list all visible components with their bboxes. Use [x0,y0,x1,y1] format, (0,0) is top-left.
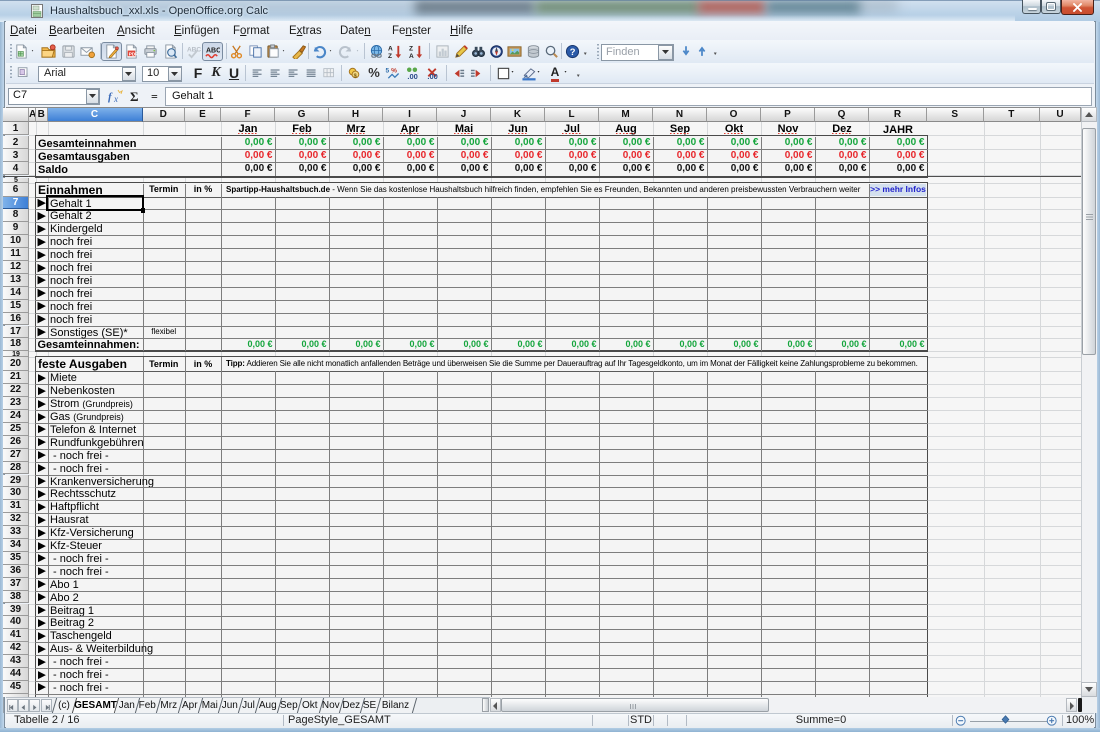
svg-text:Z: Z [409,45,413,52]
svg-text:Σ: Σ [130,89,139,104]
svg-text:.00: .00 [427,72,437,81]
svg-text:?: ? [570,46,576,56]
svg-text:ABC: ABC [187,46,201,53]
svg-text:ABC: ABC [206,47,220,54]
svg-text:.00: .00 [407,72,417,81]
svg-text:Z: Z [388,53,392,59]
svg-text:PDF: PDF [129,51,138,56]
svg-text:A: A [388,45,393,52]
svg-text:5: 5 [386,67,390,74]
svg-text:f: f [108,91,113,103]
svg-text:x: x [113,94,118,104]
svg-text:A: A [409,53,414,59]
svg-text:=: = [151,90,158,104]
svg-text:%: % [391,67,397,74]
